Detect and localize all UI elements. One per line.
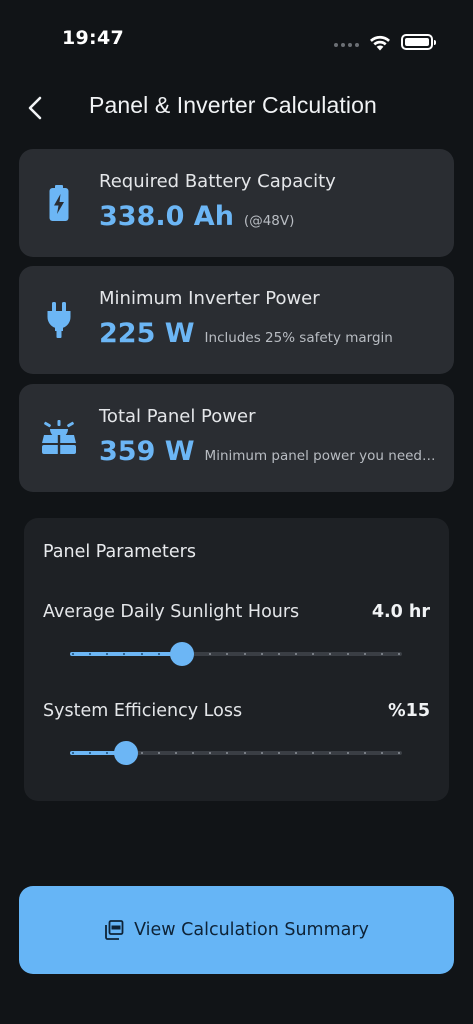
slider-tick — [243, 653, 246, 655]
slider-tick — [226, 653, 229, 655]
slider-tick — [346, 752, 349, 754]
battery-voltage-note: (@48V) — [243, 213, 295, 229]
panel-power-card: Total Panel Power 359 W Minimum panel po… — [19, 384, 454, 492]
slider-tick — [295, 653, 298, 655]
slider-tick — [329, 752, 332, 754]
safety-margin-note: Includes 25% safety margin — [204, 330, 393, 346]
slider-tick — [312, 653, 315, 655]
section-title: Panel Parameters — [43, 542, 196, 562]
slider-tick — [363, 752, 366, 754]
card-value-row: 359 W Minimum panel power you need ... — [99, 436, 439, 467]
back-button[interactable] — [20, 90, 50, 126]
efficiency-loss-slider[interactable] — [70, 741, 402, 765]
slider-tick — [157, 752, 160, 754]
card-title: Minimum Inverter Power — [99, 288, 320, 309]
battery-capacity-value: 338.0 Ah — [99, 201, 234, 232]
view-summary-label: View Calculation Summary — [134, 920, 369, 940]
slider-tick — [260, 653, 263, 655]
slider-tick — [140, 653, 143, 655]
page-title: Panel & Inverter Calculation — [89, 92, 377, 118]
status-time: 19:47 — [62, 27, 124, 49]
panel-power-value: 359 W — [99, 436, 195, 467]
status-bar: 19:47 — [0, 0, 473, 72]
slider-tick — [277, 752, 280, 754]
pdf-icon — [105, 920, 124, 940]
slider-tick — [209, 653, 212, 655]
slider-tick — [174, 752, 177, 754]
slider-tick — [397, 653, 400, 655]
slider-tick — [72, 653, 74, 655]
slider-tick — [346, 653, 349, 655]
slider-tick — [192, 752, 195, 754]
plug-icon — [43, 300, 75, 340]
cellular-signal-icon — [334, 35, 359, 55]
sunlight-hours-value: 4.0 hr — [371, 602, 430, 622]
slider-tick — [380, 752, 383, 754]
slider-tick — [89, 653, 92, 655]
slider-tick — [295, 752, 298, 754]
slider-tick — [72, 752, 74, 754]
card-title: Required Battery Capacity — [99, 171, 336, 192]
solar-panel-icon — [40, 418, 78, 458]
slider-thumb[interactable] — [114, 741, 139, 765]
slider-tick — [106, 653, 109, 655]
slider-tick — [106, 752, 109, 754]
view-summary-button[interactable]: View Calculation Summary — [19, 886, 454, 974]
slider-tick — [363, 653, 366, 655]
card-value-row: 225 W Includes 25% safety margin — [99, 318, 393, 349]
inverter-power-card: Minimum Inverter Power 225 W Includes 25… — [19, 266, 454, 374]
battery-charging-icon — [43, 183, 75, 223]
battery-capacity-card: Required Battery Capacity 338.0 Ah (@48V… — [19, 149, 454, 257]
slider-tick — [243, 752, 246, 754]
wifi-icon — [370, 35, 390, 50]
card-value-row: 338.0 Ah (@48V) — [99, 201, 294, 232]
slider-tick — [123, 653, 126, 655]
header: Panel & Inverter Calculation — [0, 80, 473, 136]
card-title: Total Panel Power — [99, 406, 256, 427]
slider-tick — [157, 653, 160, 655]
slider-tick — [260, 752, 263, 754]
slider-tick — [209, 752, 212, 754]
slider-tick — [397, 752, 400, 754]
slider-ticks — [70, 652, 402, 656]
slider-tick — [329, 653, 332, 655]
slider-tick — [89, 752, 92, 754]
inverter-power-value: 225 W — [99, 318, 195, 349]
slider-tick — [140, 752, 143, 754]
status-indicators — [334, 29, 436, 55]
slider-tick — [226, 752, 229, 754]
panel-parameters-section: Panel Parameters Average Daily Sunlight … — [24, 518, 449, 801]
efficiency-loss-label: System Efficiency Loss — [43, 701, 243, 721]
efficiency-loss-value: %15 — [388, 701, 430, 721]
slider-tick — [277, 653, 280, 655]
sunlight-hours-label: Average Daily Sunlight Hours — [43, 602, 300, 622]
battery-status-icon — [401, 34, 436, 50]
chevron-left-icon — [28, 96, 42, 120]
slider-tick — [312, 752, 315, 754]
sunlight-hours-slider[interactable] — [70, 642, 402, 666]
slider-tick — [380, 653, 383, 655]
panel-power-note: Minimum panel power you need ... — [204, 448, 439, 464]
slider-thumb[interactable] — [170, 642, 195, 666]
